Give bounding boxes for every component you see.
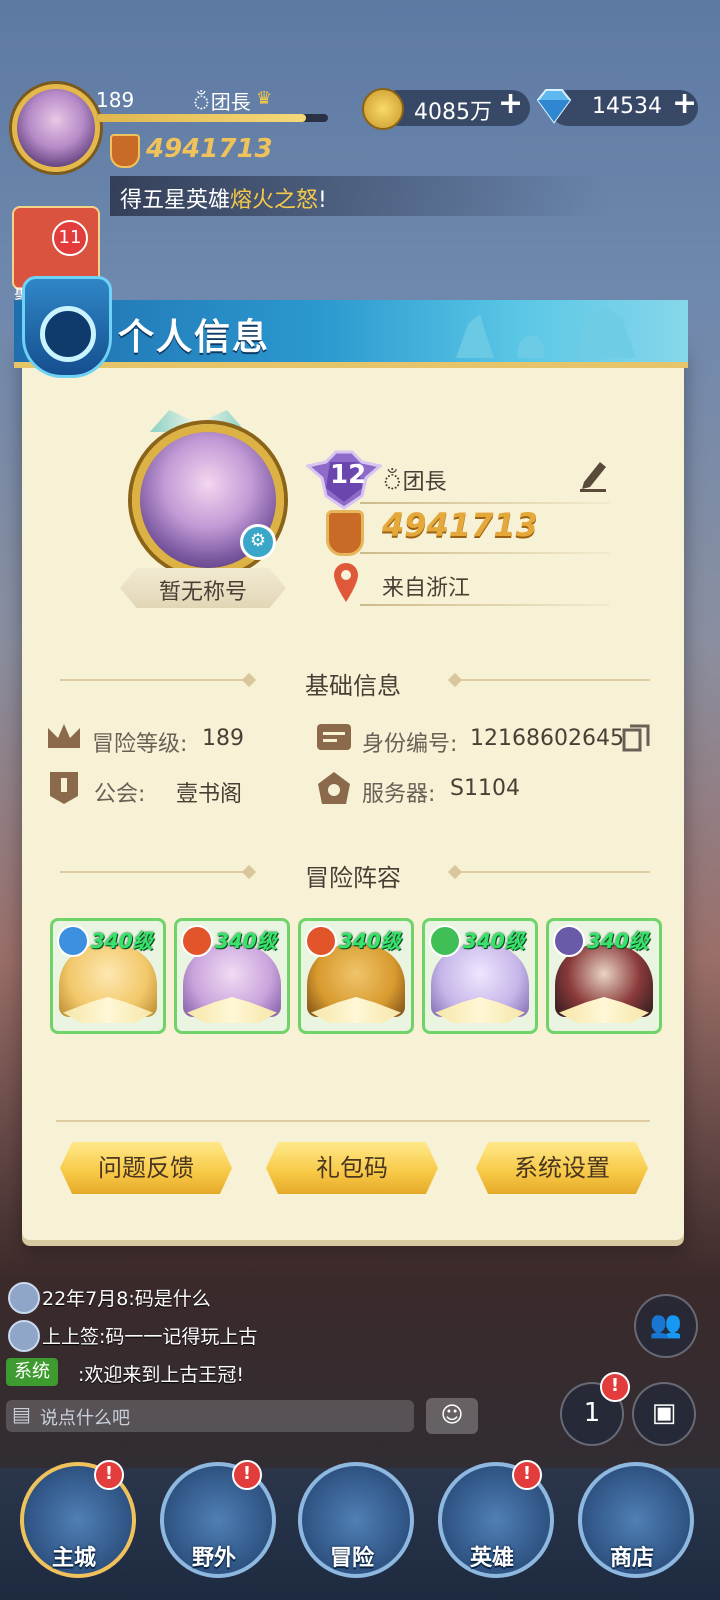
- id-label: 身份编号:: [362, 732, 458, 757]
- nav-main-city-label: 主城: [51, 1546, 96, 1571]
- vip-level: 12: [330, 460, 367, 490]
- gem-amount: 14534: [592, 94, 662, 119]
- announcement-text: 得五星英雄熔火之怒!: [120, 188, 327, 213]
- server-icon: [318, 772, 350, 804]
- hero-card[interactable]: 340级: [546, 918, 662, 1034]
- feedback-button[interactable]: 问题反馈: [60, 1142, 232, 1194]
- basic-info-heading: 基础信息: [305, 672, 401, 700]
- player-name: ঁ团長: [192, 90, 251, 114]
- adventure-level-label: 冒险等级:: [92, 732, 188, 757]
- nav-adventure-label: 冒险: [329, 1546, 374, 1571]
- map-pin-icon: [334, 563, 358, 602]
- chat-message: 22年7月8:码是什么: [42, 1288, 211, 1310]
- power-shield-icon: [110, 134, 140, 168]
- nav-alert-badge: !: [232, 1460, 262, 1490]
- player-title[interactable]: 暂无称号: [120, 574, 286, 606]
- chat-bubble-icon: ▤: [12, 1402, 31, 1426]
- ranking-alert-badge: !: [600, 1372, 630, 1402]
- hero-silhouettes: [456, 308, 636, 358]
- diamond-icon: [536, 89, 572, 124]
- chat-message: 上上签:码一一记得玩上古: [42, 1326, 258, 1348]
- profile-name: ঁ团長: [382, 470, 447, 495]
- header-rim: [14, 362, 688, 368]
- hero-level: 340级: [215, 929, 277, 953]
- nav-alert-badge: !: [94, 1460, 124, 1490]
- chat-avatar: [8, 1282, 40, 1314]
- section-divider: [460, 679, 650, 681]
- profile-location: 来自浙江: [382, 576, 471, 601]
- nav-field-label: 野外: [191, 1546, 236, 1571]
- hero-level: 340级: [91, 929, 153, 953]
- player-level: 189: [96, 88, 135, 112]
- section-divider: [60, 871, 250, 873]
- nav-alert-badge: !: [512, 1460, 542, 1490]
- id-card-icon: [317, 724, 351, 750]
- nav-heroes-label: 英雄: [469, 1546, 514, 1571]
- player-avatar[interactable]: [12, 84, 100, 172]
- lineup-heading: 冒险阵容: [305, 864, 401, 892]
- name-underline: [360, 502, 610, 504]
- modal-title: 个人信息: [118, 317, 271, 358]
- server-label: 服务器:: [362, 782, 436, 807]
- fire-element-icon: [305, 925, 337, 957]
- hero-level: 340级: [463, 929, 525, 953]
- dark-element-icon: [553, 925, 585, 957]
- crown-icon: [48, 724, 80, 748]
- power-underline: [360, 552, 610, 554]
- power-shield-icon: [326, 510, 364, 556]
- friends-icon[interactable]: 👥: [634, 1294, 698, 1358]
- clock-icon: [40, 306, 96, 362]
- fire-element-icon: [181, 925, 213, 957]
- system-tag: 系统: [6, 1358, 58, 1386]
- hero-card[interactable]: 340级: [50, 918, 166, 1034]
- hero-card[interactable]: 340级: [174, 918, 290, 1034]
- chat-placeholder: 说点什么吧: [40, 1408, 130, 1429]
- system-settings-button[interactable]: 系统设置: [476, 1142, 648, 1194]
- section-divider: [60, 679, 250, 681]
- pencil-icon[interactable]: [578, 458, 608, 492]
- gear-icon[interactable]: ⚙: [240, 524, 276, 560]
- profile-power: 4941713: [382, 506, 538, 544]
- coin-icon: [362, 88, 404, 130]
- system-message: :欢迎来到上古王冠!: [78, 1364, 245, 1386]
- adventure-level-value: 189: [202, 726, 244, 751]
- location-underline: [360, 604, 610, 606]
- water-element-icon: [57, 925, 89, 957]
- banner-icon: [50, 772, 78, 804]
- guild-label: 公会:: [94, 782, 146, 807]
- emoji-icon[interactable]: ☺: [426, 1398, 478, 1434]
- hero-card[interactable]: 340级: [298, 918, 414, 1034]
- power-value: 4941713: [146, 134, 273, 164]
- id-value: 12168602645: [470, 726, 624, 751]
- guild-value[interactable]: 壹书阁: [176, 776, 242, 808]
- section-divider: [460, 871, 650, 873]
- bottom-divider: [56, 1120, 650, 1122]
- gold-amount: 4085万: [414, 100, 492, 125]
- add-gold-button[interactable]: +: [498, 86, 523, 121]
- nav-shop-label: 商店: [609, 1546, 654, 1571]
- hero-card[interactable]: 340级: [422, 918, 538, 1034]
- backpack-icon[interactable]: ▣: [632, 1382, 696, 1446]
- wind-element-icon: [429, 925, 461, 957]
- shop-badge: 11: [52, 220, 88, 256]
- chat-avatar: [8, 1320, 40, 1352]
- gift-code-button[interactable]: 礼包码: [266, 1142, 438, 1194]
- hero-level: 340级: [587, 929, 649, 953]
- hero-level: 340级: [339, 929, 401, 953]
- add-gem-button[interactable]: +: [672, 86, 697, 121]
- copy-icon[interactable]: [622, 724, 650, 752]
- crown-icon: ♛: [256, 88, 273, 109]
- server-value: S1104: [450, 776, 520, 801]
